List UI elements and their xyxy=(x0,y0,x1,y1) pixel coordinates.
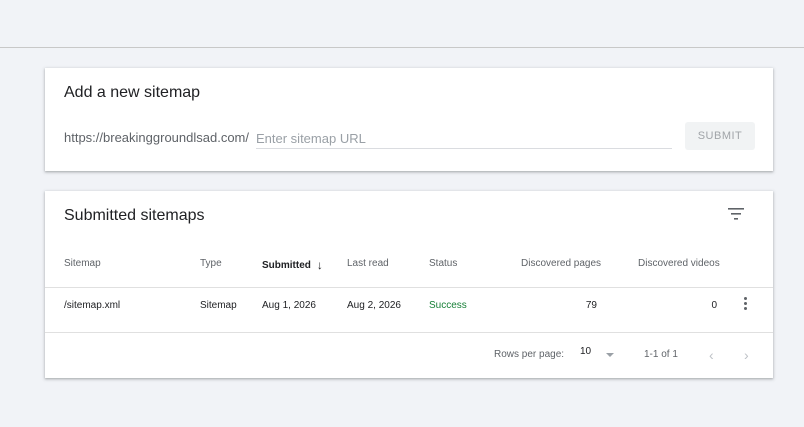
sitemap-url-input[interactable] xyxy=(256,128,672,149)
more-vert-icon[interactable] xyxy=(739,297,751,313)
cell-status: Success xyxy=(429,300,467,311)
add-sitemap-card: Add a new sitemap https://breakingground… xyxy=(45,68,773,171)
top-divider xyxy=(0,0,804,48)
rows-per-page-select[interactable]: 10 xyxy=(580,346,591,357)
sort-descending-icon: ↓ xyxy=(316,258,323,272)
column-header-submitted[interactable]: Submitted ↓ xyxy=(262,258,323,272)
column-header-submitted-label: Submitted xyxy=(262,260,311,271)
row-divider xyxy=(45,332,773,333)
sitemap-url-prefix: https://breakinggroundlsad.com/ xyxy=(64,130,249,145)
add-sitemap-title: Add a new sitemap xyxy=(64,84,201,101)
next-page-icon[interactable]: › xyxy=(744,347,749,363)
column-header-discovered-pages[interactable]: Discovered pages xyxy=(521,258,601,269)
header-divider xyxy=(45,287,773,288)
previous-page-icon[interactable]: ‹ xyxy=(709,347,714,363)
cell-type: Sitemap xyxy=(200,300,237,311)
column-header-last-read[interactable]: Last read xyxy=(347,258,389,269)
column-header-type[interactable]: Type xyxy=(200,258,222,269)
cell-discovered-pages: 79 xyxy=(585,300,597,311)
cell-sitemap[interactable]: /sitemap.xml xyxy=(64,300,120,311)
column-header-sitemap[interactable]: Sitemap xyxy=(64,258,101,269)
submitted-sitemaps-card: Submitted sitemaps Sitemap Type Submitte… xyxy=(45,191,773,378)
cell-last-read: Aug 2, 2026 xyxy=(347,300,401,311)
rows-per-page-label: Rows per page: xyxy=(494,349,565,360)
column-header-discovered-videos[interactable]: Discovered videos xyxy=(638,258,720,269)
submit-button[interactable]: SUBMIT xyxy=(685,122,755,150)
cell-submitted: Aug 1, 2026 xyxy=(262,300,316,311)
column-header-status[interactable]: Status xyxy=(429,258,457,269)
submitted-sitemaps-title: Submitted sitemaps xyxy=(64,207,205,224)
filter-icon[interactable] xyxy=(728,208,744,220)
chevron-down-icon[interactable] xyxy=(606,353,614,357)
pagination-range: 1-1 of 1 xyxy=(644,349,678,360)
cell-discovered-videos: 0 xyxy=(711,300,717,311)
